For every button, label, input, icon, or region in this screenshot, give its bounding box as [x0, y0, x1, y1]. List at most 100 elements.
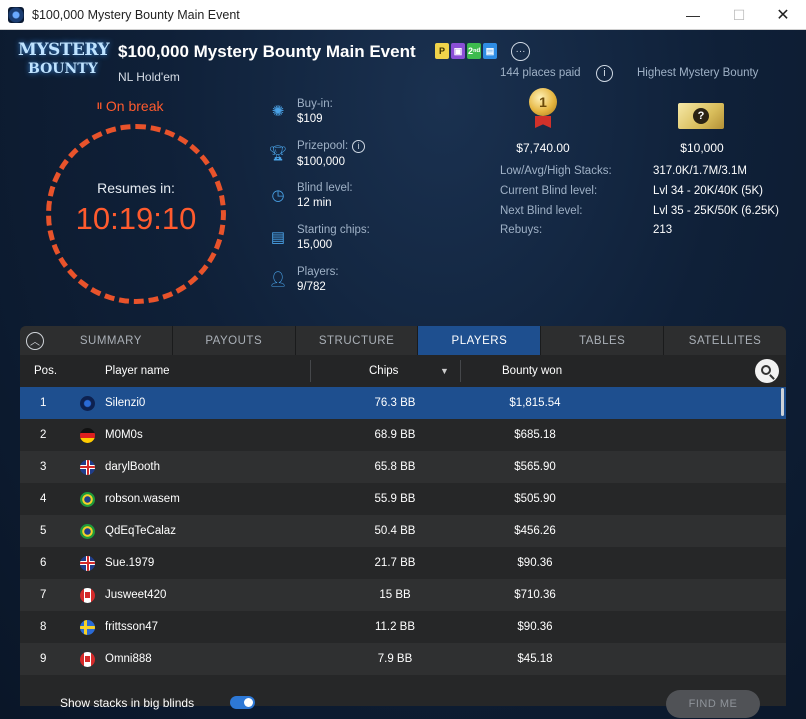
row-bounty: $565.90 [514, 461, 556, 473]
show-bb-label: Show stacks in big blinds [60, 696, 195, 710]
row-player-name: Sue.1979 [105, 557, 155, 569]
flag-ca-icon [80, 651, 95, 667]
places-paid: 144 places paid [500, 67, 581, 79]
tab-bar: ︿ SUMMARY PAYOUTS STRUCTURE PLAYERS TABL… [20, 326, 786, 355]
tournament-lobby: MYSTERY BOUNTY $100,000 Mystery Bounty M… [0, 30, 806, 719]
row-position: 4 [40, 493, 47, 505]
person-icon: 👤︎ [268, 271, 288, 288]
row-bounty: $45.18 [517, 653, 553, 665]
row-bounty: $90.36 [517, 621, 553, 633]
sort-desc-icon[interactable]: ▼ [440, 366, 449, 376]
mystery-ticket-icon: ? [678, 103, 724, 129]
tab-players[interactable]: PLAYERS [418, 326, 542, 355]
event-badge-icon: ▣ [451, 43, 465, 59]
row-chips: 55.9 BB [374, 493, 416, 505]
row-bounty: $1,815.54 [509, 397, 561, 409]
table-row[interactable]: 5 QdEqTeCalaz 50.4 BB $456.26 [20, 515, 786, 547]
table-row[interactable]: 3 darylBooth 65.8 BB $565.90 [20, 451, 786, 483]
table-row[interactable]: 1 Silenzi0 76.3 BB $1,815.54 [20, 387, 786, 419]
stat-current-blind: Current Blind level: Lvl 34 - 20K/40K (5K… [500, 185, 763, 197]
table-row[interactable]: 7 Jusweet420 15 BB $710.36 [20, 579, 786, 611]
header-chips[interactable]: Chips [369, 365, 398, 377]
header-player-name[interactable]: Player name [105, 365, 170, 377]
flag-se-icon [80, 619, 95, 635]
prizepool-info-icon[interactable]: i [352, 140, 366, 153]
prizepool-value: $100,000 [297, 156, 345, 168]
table-row[interactable]: 8 frittsson47 11.2 BB $90.36 [20, 611, 786, 643]
row-player-name: Jusweet420 [105, 589, 167, 601]
tab-tables[interactable]: TABLES [541, 326, 665, 355]
stat-next-blind: Next Blind level: Lvl 35 - 25K/50K (6.25K… [500, 205, 779, 217]
row-player-name: Omni888 [105, 653, 152, 665]
row-position: 5 [40, 525, 47, 537]
table-row[interactable]: 9 Omni888 7.9 BB $45.18 [20, 643, 786, 675]
resumes-label: Resumes in: [97, 180, 175, 196]
flag-de-icon [80, 427, 95, 443]
row-player-name: darylBooth [105, 461, 160, 473]
header-pos[interactable]: Pos. [34, 365, 57, 377]
header-bounty-won[interactable]: Bounty won [502, 365, 562, 377]
row-chips: 68.9 BB [374, 429, 416, 441]
countdown-ring: Resumes in: 10:19:10 [46, 124, 226, 304]
show-bb-toggle[interactable] [230, 696, 255, 709]
row-chips: 21.7 BB [374, 557, 416, 569]
buy-in-info: ✺ Buy-in: $109 [268, 98, 333, 125]
gold-medal-icon: 1 [527, 88, 559, 130]
table-row[interactable]: 2 M0M0s 68.9 BB $685.18 [20, 419, 786, 451]
flag-uk-icon [80, 459, 95, 475]
flag-br-icon [80, 491, 95, 507]
highest-bounty-label: Highest Mystery Bounty [637, 67, 759, 79]
flag-world-icon [80, 395, 95, 411]
row-player-name: QdEqTeCalaz [105, 525, 176, 537]
row-position: 9 [40, 653, 47, 665]
more-options-button[interactable]: ··· [511, 42, 530, 61]
find-me-button[interactable]: FIND ME [666, 690, 760, 718]
places-info-icon[interactable]: i [596, 65, 613, 82]
tab-satellites[interactable]: SATELLITES [664, 326, 786, 355]
table-row[interactable]: 4 robson.wasem 55.9 BB $505.90 [20, 483, 786, 515]
minimize-button[interactable]: — [670, 0, 716, 30]
flag-br-icon [80, 523, 95, 539]
row-bounty: $685.18 [514, 429, 556, 441]
players-panel: ︿ SUMMARY PAYOUTS STRUCTURE PLAYERS TABL… [20, 326, 786, 706]
blind-level-value: 12 min [297, 197, 332, 209]
row-chips: 65.8 BB [374, 461, 416, 473]
close-button[interactable]: ✕ [760, 0, 806, 30]
game-type: NL Hold'em [118, 70, 180, 84]
scrollbar[interactable] [781, 388, 784, 416]
search-icon [761, 365, 771, 375]
tab-structure[interactable]: STRUCTURE [296, 326, 419, 355]
search-button[interactable] [755, 359, 779, 383]
break-status: II On break [97, 98, 164, 114]
row-bounty: $456.26 [514, 525, 556, 537]
row-bounty: $90.36 [517, 557, 553, 569]
row-player-name: M0M0s [105, 429, 143, 441]
players-list: 1 Silenzi0 76.3 BB $1,815.54 2 M0M0s 68.9 BB $6… [20, 387, 786, 675]
pause-icon: II [97, 101, 103, 111]
stat-rebuys: Rebuys: 213 [500, 224, 673, 236]
trophy-icon: 🏆︎ [268, 145, 288, 162]
tab-summary[interactable]: SUMMARY [50, 326, 173, 355]
table-row[interactable]: 6 Sue.1979 21.7 BB $90.36 [20, 547, 786, 579]
highest-bounty-value: $10,000 [680, 141, 724, 155]
event-badges: P ▣ 2ⁿᵈ ▤ [435, 43, 497, 59]
row-bounty: $710.36 [514, 589, 556, 601]
flag-uk-icon [80, 555, 95, 571]
countdown-timer: 10:19:10 [75, 201, 197, 236]
maximize-button[interactable]: ☐ [716, 0, 762, 30]
starting-chips-info: ▤ Starting chips: 15,000 [268, 224, 370, 251]
event-badge-icon: ▤ [483, 43, 497, 59]
players-info: 👤︎ Players: 9/782 [268, 266, 339, 293]
window-title: $100,000 Mystery Bounty Main Event [32, 7, 240, 22]
row-chips: 7.9 BB [377, 653, 413, 665]
row-chips: 50.4 BB [374, 525, 416, 537]
table-header: Pos. Player name Chips ▼ Bounty won [20, 355, 786, 387]
row-position: 6 [40, 557, 47, 569]
row-chips: 11.2 BB [374, 621, 416, 633]
tab-payouts[interactable]: PAYOUTS [173, 326, 296, 355]
row-position: 1 [40, 397, 47, 409]
chip-icon: ✺ [271, 103, 285, 120]
collapse-button[interactable]: ︿ [20, 326, 50, 355]
mystery-bounty-logo: MYSTERY BOUNTY [18, 40, 110, 77]
row-position: 2 [40, 429, 47, 441]
